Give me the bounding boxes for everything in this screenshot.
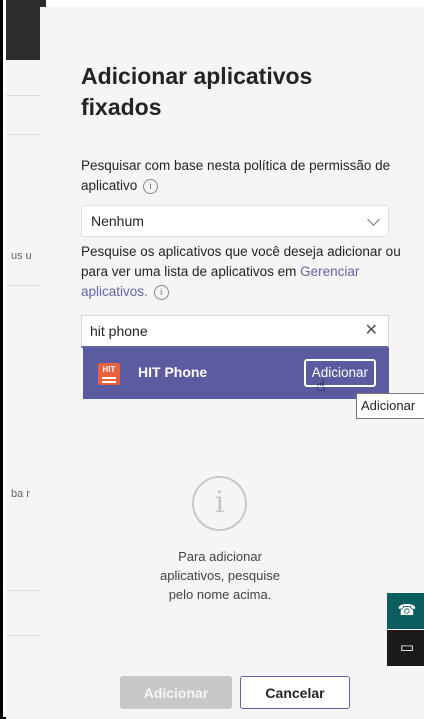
search-description: Pesquise os aplicativos que você deseja … (81, 242, 401, 302)
result-add-button[interactable]: Adicionar (303, 359, 376, 387)
add-button-tooltip: Adicionar (356, 393, 424, 419)
chevron-down-icon (367, 213, 380, 226)
add-button[interactable]: Adicionar (120, 676, 232, 709)
info-icon[interactable]: i (153, 285, 169, 300)
background-text: ba r (11, 488, 30, 500)
panel-title: Adicionar aplicativos fixados (81, 63, 313, 120)
background-text: us u (11, 250, 32, 262)
feedback-icon[interactable]: ▭ (387, 630, 424, 666)
policy-description: Pesquisar com base nesta política de per… (81, 156, 401, 196)
result-app-name: HIT Phone (138, 364, 208, 380)
search-result-item[interactable]: HIT HIT Phone Adicionar (83, 348, 389, 399)
close-icon[interactable]: ✕ (365, 323, 378, 339)
policy-description-text: Pesquisar com base nesta política de per… (81, 158, 391, 193)
add-pinned-apps-panel: Adicionar aplicativos fixados Pesquisar … (40, 7, 424, 719)
hit-phone-app-icon: HIT (98, 363, 120, 385)
cancel-button[interactable]: Cancelar (240, 676, 350, 709)
info-icon: i (192, 476, 247, 531)
window-frame: us u ba r Adicionar aplicativos fixados … (0, 0, 424, 719)
permission-policy-select[interactable]: Nenhum (81, 205, 389, 237)
permission-policy-value: Nenhum (91, 213, 144, 229)
app-search-input[interactable] (88, 320, 352, 342)
headset-icon[interactable]: ☎ (387, 593, 424, 629)
hand-cursor-icon: ☝ (316, 378, 326, 395)
info-icon[interactable]: i (143, 179, 159, 194)
app-search-box: ✕ (81, 315, 389, 348)
empty-state-message: Para adicionar aplicativos, pesquise pel… (160, 549, 280, 602)
